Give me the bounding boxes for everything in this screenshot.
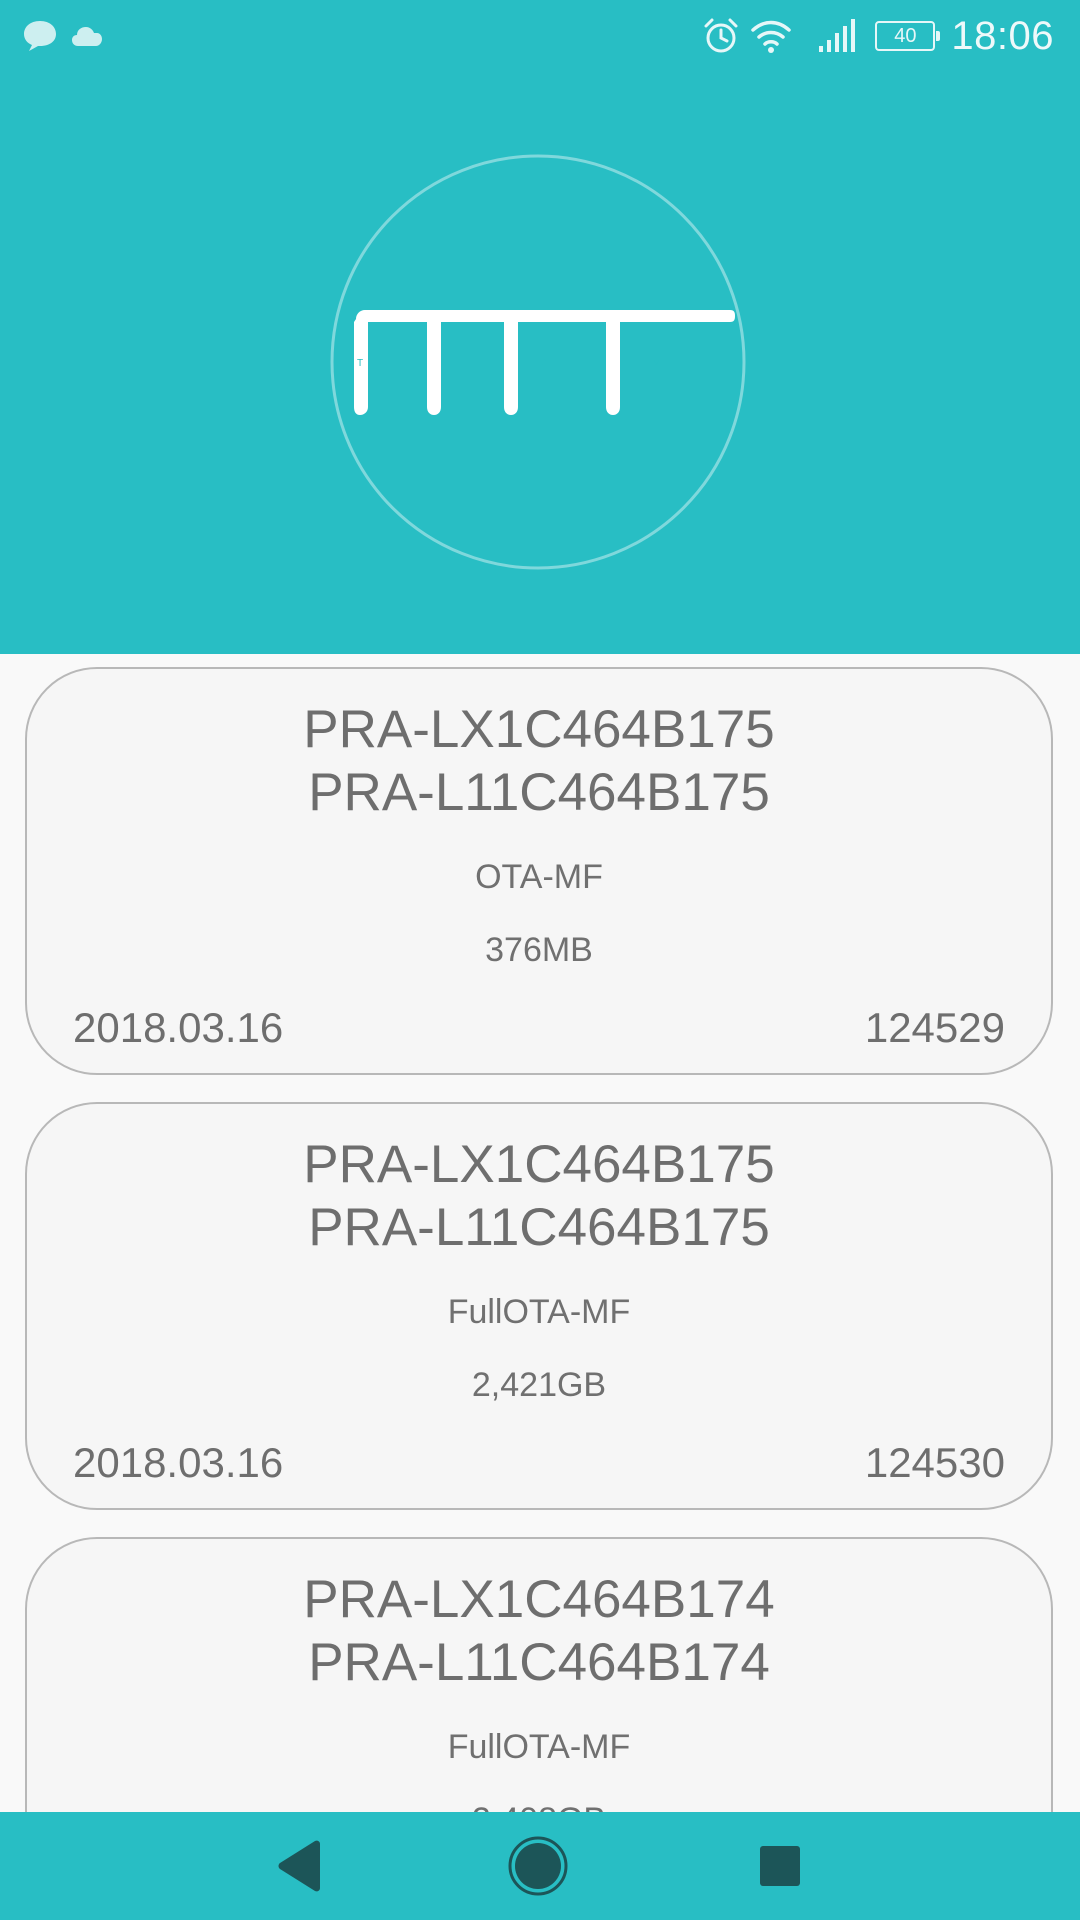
firmware-name-line1: PRA-LX1C464B175: [303, 700, 775, 759]
status-bar: 40 18:06: [0, 0, 1080, 72]
firmware-size: 376MB: [485, 931, 593, 969]
firmware-type: FullOTA-MF: [447, 1728, 631, 1766]
app-header: 40 18:06 T E A M: [0, 0, 1080, 654]
firmware-name-line2: PRA-L11C464B175: [308, 763, 770, 822]
firmware-card[interactable]: PRA-LX1C464B175 PRA-L11C464B175 OTA-MF 3…: [25, 667, 1053, 1075]
firmware-list[interactable]: PRA-LX1C464B175 PRA-L11C464B175 OTA-MF 3…: [0, 654, 1080, 1812]
message-icon: [24, 21, 56, 51]
recents-icon[interactable]: [750, 1836, 810, 1896]
notification-icons: [22, 18, 104, 54]
navigation-bar: [0, 1812, 1080, 1920]
logo-letter-e: E: [450, 358, 457, 369]
wifi-icon: [751, 20, 792, 53]
firmware-card[interactable]: PRA-LX1C464B174 PRA-L11C464B174 FullOTA-…: [25, 1537, 1053, 1812]
battery-icon: 40: [875, 21, 941, 51]
firmware-date: 2018.03.16: [73, 1439, 284, 1486]
back-icon[interactable]: [270, 1836, 330, 1896]
cloud-icon: [72, 27, 102, 46]
firmware-name-line2: PRA-L11C464B175: [308, 1198, 770, 1257]
firmware-size: 2,408GB: [27, 1800, 1051, 1812]
logo-letter-a: A: [542, 358, 549, 369]
status-time: 18:06: [951, 13, 1054, 58]
firmware-id: 124530: [864, 1439, 1005, 1486]
mt-team-logo: T E A M: [330, 154, 746, 570]
home-icon[interactable]: [508, 1836, 568, 1896]
firmware-size: 2,421GB: [471, 1366, 607, 1404]
firmware-id: 124529: [864, 1004, 1005, 1051]
logo-letter-m: M: [652, 358, 660, 369]
firmware-card[interactable]: PRA-LX1C464B175 PRA-L11C464B175 FullOTA-…: [25, 1102, 1053, 1510]
signal-icon: [819, 19, 856, 52]
firmware-name-line1: PRA-LX1C464B175: [303, 1135, 775, 1194]
firmware-type: FullOTA-MF: [447, 1293, 631, 1331]
battery-level: 40: [894, 25, 917, 47]
system-icons: 40 18:06: [701, 10, 1054, 62]
firmware-date: 2018.03.16: [73, 1004, 284, 1051]
firmware-name-line1: PRA-LX1C464B174: [303, 1570, 775, 1629]
firmware-type: OTA-MF: [475, 858, 603, 896]
firmware-name-line2: PRA-L11C464B174: [308, 1633, 770, 1692]
alarm-icon: [704, 18, 738, 53]
logo-letter-t: T: [357, 358, 363, 369]
